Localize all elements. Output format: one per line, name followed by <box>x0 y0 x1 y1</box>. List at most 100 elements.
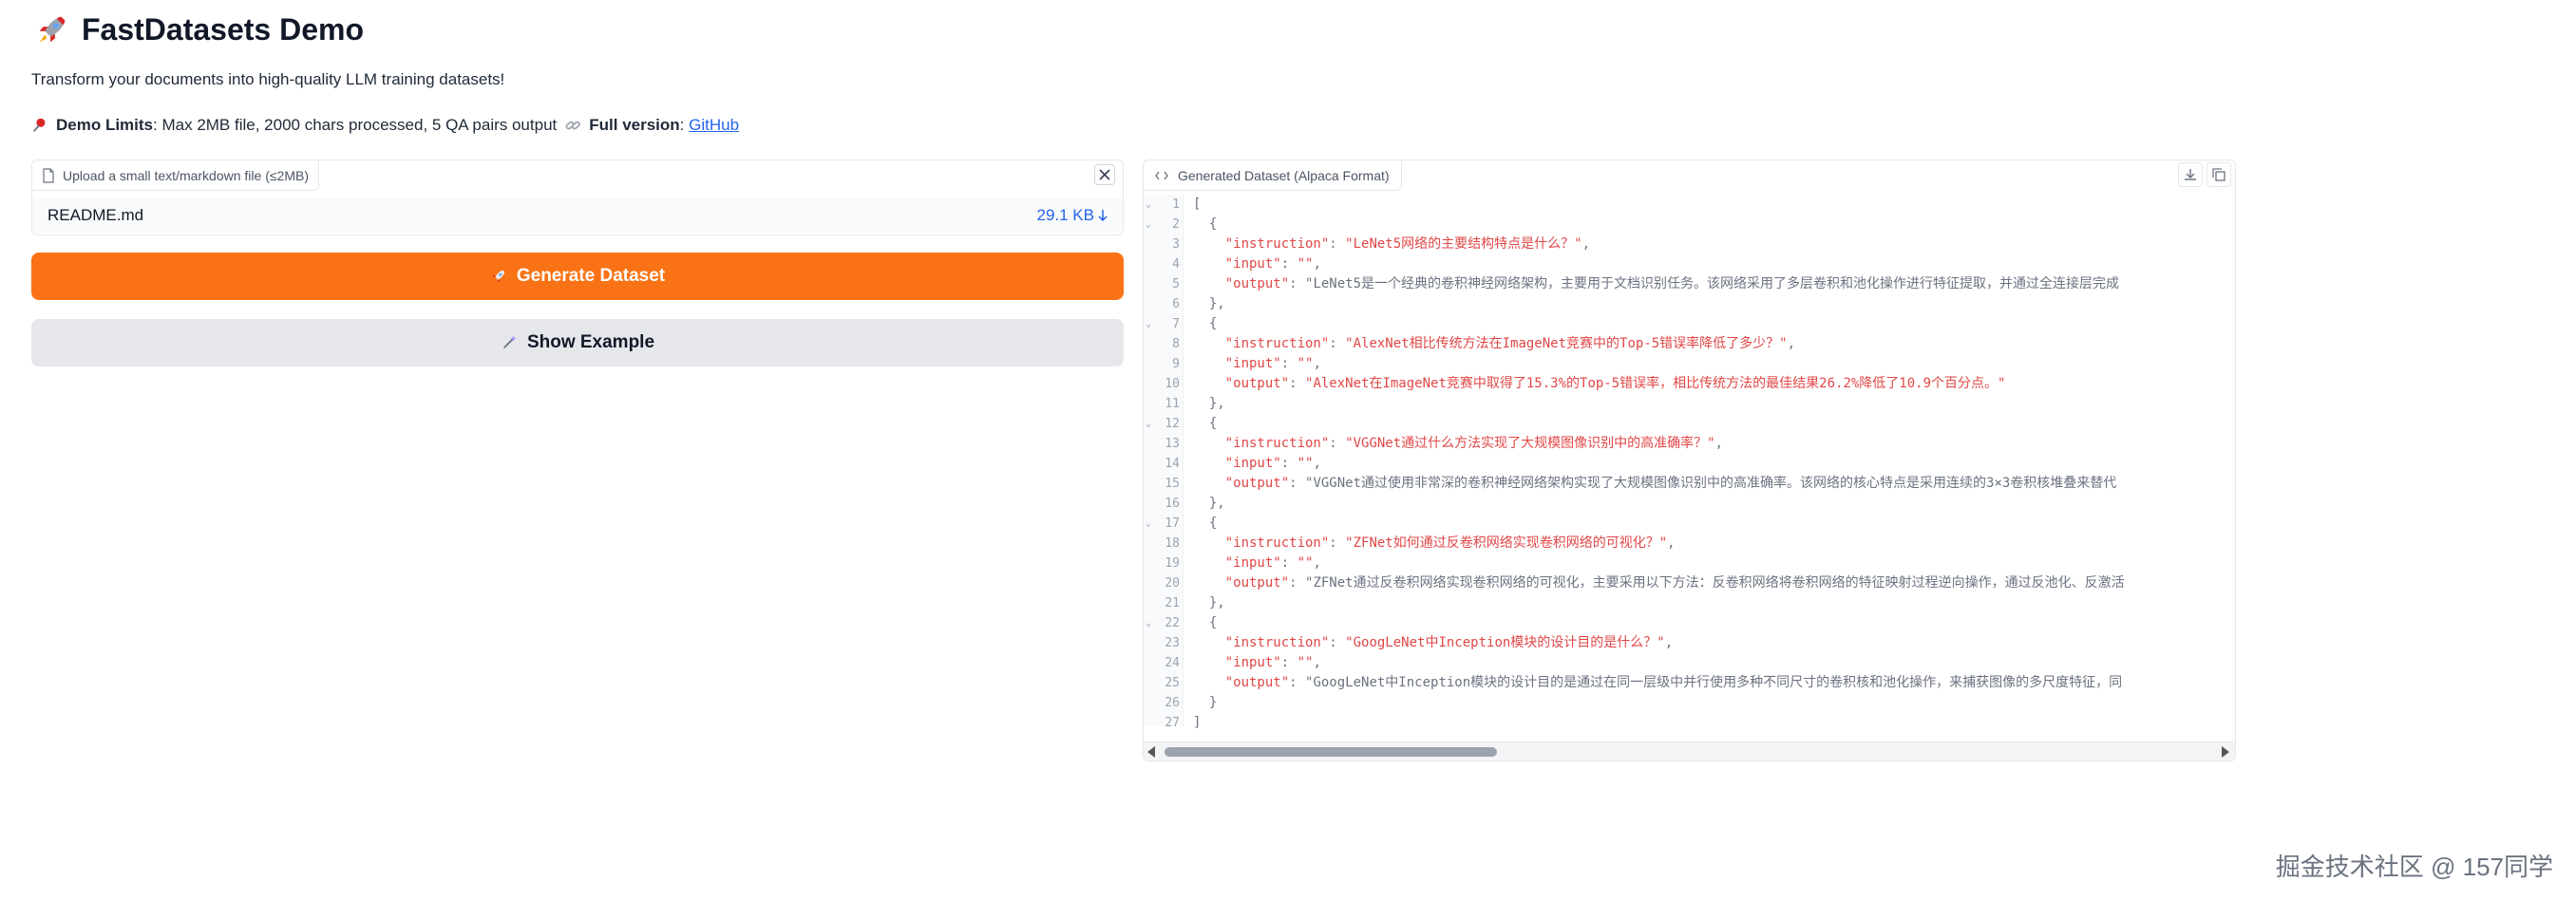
code-text: "instruction": "VGGNet通过什么方法实现了大规模图像识别中的… <box>1224 436 1724 451</box>
code-line: 9 "input": "", <box>1144 354 2235 374</box>
horizontal-scrollbar[interactable] <box>1144 741 2235 760</box>
line-number: 8 <box>1172 337 1180 351</box>
code-line: ⌄ 2 { <box>1144 215 2235 235</box>
code-line: 23 "instruction": "GoogLeNet中Inception模块… <box>1144 633 2235 653</box>
line-number: 22 <box>1165 616 1180 630</box>
line-number: 16 <box>1165 497 1180 511</box>
code-text: "input": "", <box>1224 256 1321 272</box>
code-line: 20 "output": "ZFNet通过反卷积网络实现卷积网络的可视化，主要采… <box>1144 573 2235 593</box>
code-line: 14 "input": "", <box>1144 454 2235 474</box>
code-line: ⌄ 22 { <box>1144 613 2235 633</box>
code-text: [ <box>1193 197 1202 212</box>
code-line: 11 }, <box>1144 394 2235 414</box>
code-text: { <box>1193 615 1218 630</box>
code-text: "output": "GoogLeNet中Inception模块的设计目的是通过… <box>1224 675 2123 690</box>
show-example-button[interactable]: Show Example <box>31 319 1124 366</box>
upload-panel[interactable]: Upload a small text/markdown file (≤2MB)… <box>31 160 1124 235</box>
code-content[interactable]: ⌄ 1[⌄ 2 {3 "instruction": "LeNet5网络的主要结构特点… <box>1144 195 2235 730</box>
code-text: { <box>1193 516 1218 531</box>
code-text: { <box>1193 216 1218 232</box>
demo-limits-label: Demo Limits <box>56 116 154 134</box>
code-line: 27] <box>1144 713 2235 733</box>
code-text: ] <box>1193 715 1202 730</box>
code-line: ⌄ 1[ <box>1144 195 2235 215</box>
code-text: "output": "LeNet5是一个经典的卷积神经网络架构，主要用于文档识别… <box>1224 276 2120 291</box>
code-line: 15 "output": "VGGNet通过使用非常深的卷积神经网络架构实现了大… <box>1144 474 2235 494</box>
file-size: 29.1 KB <box>1036 206 1095 224</box>
code-text: "instruction": "LeNet5网络的主要结构特点是什么？", <box>1224 236 1591 252</box>
line-number: 24 <box>1165 656 1180 670</box>
code-icon <box>1155 171 1168 179</box>
title-row: FastDatasets Demo <box>34 8 364 51</box>
code-line: 8 "instruction": "AlexNet相比传统方法在ImageNet… <box>1144 334 2235 354</box>
line-number: 12 <box>1165 417 1180 431</box>
line-number: 26 <box>1165 696 1180 710</box>
code-text: "output": "ZFNet通过反卷积网络实现卷积网络的可视化，主要采用以下… <box>1224 575 2125 591</box>
code-text: "output": "AlexNet在ImageNet竞赛中取得了15.3%的T… <box>1224 376 2006 391</box>
line-number: 7 <box>1172 317 1180 331</box>
page-title: FastDatasets Demo <box>82 11 364 47</box>
code-text: "instruction": "ZFNet如何通过反卷积网络实现卷积网络的可视化… <box>1224 535 1676 551</box>
pushpin-icon <box>33 118 46 132</box>
file-icon <box>43 167 54 183</box>
watermark: 掘金技术社区 @ 157同学 <box>2275 853 2553 881</box>
scrollbar-thumb[interactable] <box>1165 747 1497 757</box>
code-text: }, <box>1193 595 1225 610</box>
line-number: 11 <box>1165 397 1180 411</box>
file-name: README.md <box>47 206 144 224</box>
code-text: }, <box>1193 496 1225 511</box>
line-number: 14 <box>1165 457 1180 471</box>
line-number: 27 <box>1165 716 1180 730</box>
scroll-left-arrow-icon[interactable] <box>1147 746 1155 758</box>
line-number: 5 <box>1172 277 1180 291</box>
code-actions <box>2178 162 2231 187</box>
upload-label-text: Upload a small text/markdown file (≤2MB) <box>63 167 309 183</box>
download-arrow-icon <box>1098 210 1108 222</box>
line-number: 3 <box>1172 237 1180 252</box>
line-number: 6 <box>1172 297 1180 311</box>
code-text: "instruction": "GoogLeNet中Inception模块的设计… <box>1224 635 1674 650</box>
clear-file-button[interactable] <box>1094 164 1115 185</box>
wand-icon <box>502 335 517 349</box>
line-number: 20 <box>1165 576 1180 591</box>
line-number: 21 <box>1165 596 1180 610</box>
line-number: 10 <box>1165 377 1180 391</box>
code-line: 4 "input": "", <box>1144 254 2235 274</box>
line-number: 1 <box>1172 197 1180 212</box>
code-text: }, <box>1193 296 1225 311</box>
copy-button[interactable] <box>2207 162 2231 187</box>
full-version-separator: : <box>679 116 690 134</box>
scroll-right-arrow-icon[interactable] <box>2222 746 2229 758</box>
code-text: { <box>1193 416 1218 431</box>
full-version-label: Full version <box>589 116 680 134</box>
rocket-icon <box>39 16 66 43</box>
code-line: 16 }, <box>1144 494 2235 514</box>
show-example-label: Show Example <box>526 332 655 352</box>
output-label-text: Generated Dataset (Alpaca Format) <box>1178 167 1390 183</box>
line-number: 25 <box>1165 676 1180 690</box>
line-number: 2 <box>1172 217 1180 232</box>
code-line: ⌄ 17 { <box>1144 514 2235 534</box>
output-label: Generated Dataset (Alpaca Format) <box>1144 160 1402 191</box>
generate-dataset-button[interactable]: Generate Dataset <box>31 253 1124 300</box>
code-line: 10 "output": "AlexNet在ImageNet竞赛中取得了15.3… <box>1144 374 2235 394</box>
generate-dataset-label: Generate Dataset <box>516 266 666 286</box>
copy-icon <box>2212 168 2226 181</box>
line-number: 13 <box>1165 437 1180 451</box>
github-link[interactable]: GitHub <box>689 116 739 135</box>
code-line: 21 }, <box>1144 593 2235 613</box>
code-text: "instruction": "AlexNet相比传统方法在ImageNet竞赛… <box>1224 336 1796 351</box>
code-text: "input": "", <box>1224 655 1321 670</box>
link-icon <box>565 121 581 130</box>
upload-label: Upload a small text/markdown file (≤2MB) <box>32 160 319 191</box>
rocket-icon <box>492 270 505 283</box>
code-text: "input": "", <box>1224 356 1321 371</box>
download-button[interactable] <box>2178 162 2203 187</box>
line-number: 18 <box>1165 536 1180 551</box>
file-download-link[interactable]: 29.1 KB <box>1037 206 1108 225</box>
output-code-panel[interactable]: Generated Dataset (Alpaca Format) ⌄ 1[⌄ 2 … <box>1143 160 2236 761</box>
code-text: } <box>1193 695 1218 710</box>
demo-limits-text: : Max 2MB file, 2000 chars processed, 5 … <box>153 116 558 134</box>
code-text: "output": "VGGNet通过使用非常深的卷积神经网络架构实现了大规模图… <box>1224 476 2117 491</box>
code-line: 13 "instruction": "VGGNet通过什么方法实现了大规模图像识… <box>1144 434 2235 454</box>
